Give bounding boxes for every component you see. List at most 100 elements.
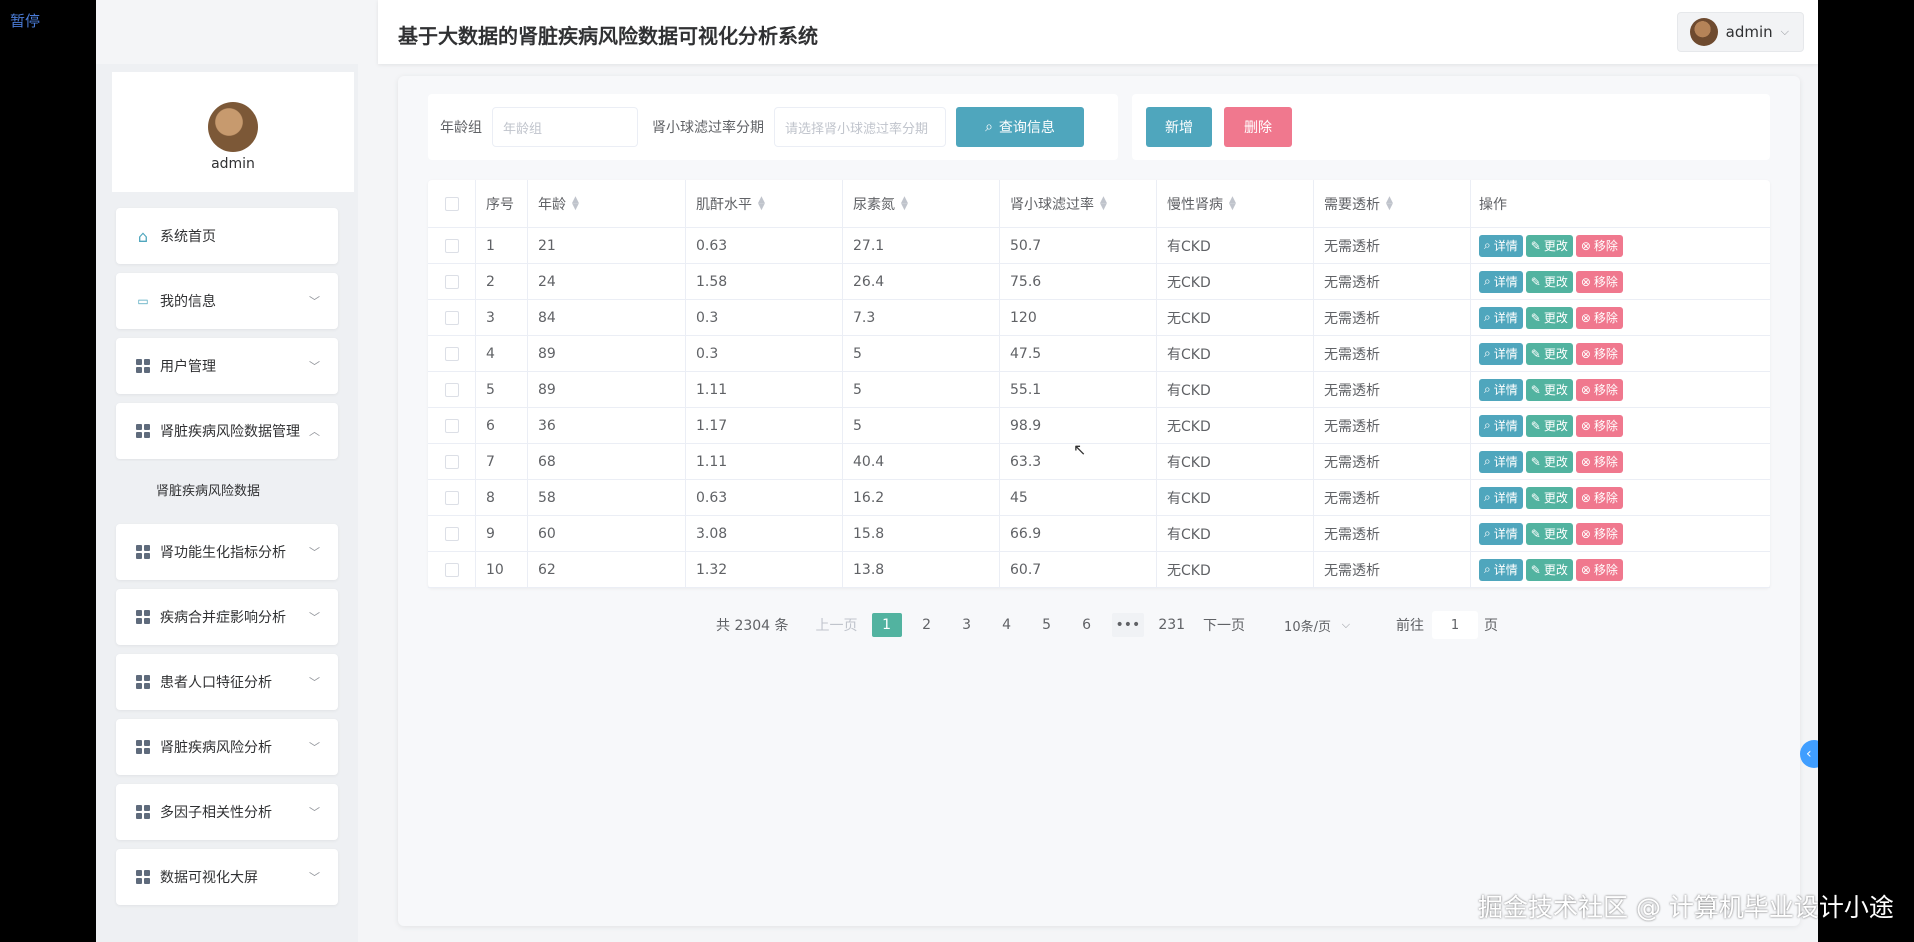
column-header[interactable]: 年龄 ▲ ▼ [528,180,686,227]
next-page-button[interactable]: 下一页 [1199,613,1249,637]
sidebar-item[interactable]: 肾脏疾病风险数据管理 ︿ [116,403,338,459]
sort-icon[interactable]: ▲ ▼ [1100,195,1107,211]
remove-button[interactable]: ⊗ 移除 [1575,270,1623,293]
goto-page-input[interactable]: 1 [1432,611,1479,639]
page-number[interactable]: 1 [871,613,902,637]
page-number[interactable]: 6 [1072,613,1102,637]
table-cell: 16.2 [843,480,1000,515]
detail-button[interactable]: ⌕ 详情 [1479,522,1523,545]
page-number[interactable]: 5 [1032,613,1062,637]
page-number[interactable]: 3 [952,613,982,637]
remove-button[interactable]: ⊗ 移除 [1575,378,1623,401]
column-header[interactable]: 尿素氮 ▲ ▼ [843,180,1000,227]
detail-button[interactable]: ⌕ 详情 [1479,378,1523,401]
collapse-toggle-icon[interactable]: ‹ [1800,740,1818,768]
remove-button[interactable]: ⊗ 移除 [1575,558,1623,581]
remove-button[interactable]: ⊗ 移除 [1575,486,1623,509]
grid-icon [136,675,150,689]
add-button[interactable]: 新增 [1146,107,1212,147]
prev-page-button[interactable]: 上一页 [812,613,862,637]
action-label: 移除 [1593,275,1618,289]
sidebar-item[interactable]: 肾脏疾病风险分析 ﹀ [116,719,338,775]
row-checkbox[interactable] [444,274,459,289]
page-last[interactable]: 231 [1154,613,1189,637]
sort-icon[interactable]: ▲ ▼ [1386,195,1393,211]
detail-button[interactable]: ⌕ 详情 [1479,486,1523,509]
edit-button[interactable]: ✎ 更改 [1525,342,1573,365]
goto-label: 前往 [1396,618,1425,634]
edit-button[interactable]: ✎ 更改 [1525,378,1573,401]
column-header[interactable]: 慢性肾病 ▲ ▼ [1157,180,1314,227]
sidebar-item[interactable]: 用户管理 ﹀ [116,338,338,394]
remove-button[interactable]: ⊗ 移除 [1575,414,1623,437]
row-actions: ⌕ 详情 ✎ 更改 ⊗ 移除 [1471,552,1770,587]
row-checkbox[interactable] [444,562,459,577]
sort-icon[interactable]: ▲ ▼ [1229,195,1236,211]
row-checkbox[interactable] [444,238,459,253]
row-checkbox[interactable] [444,346,459,361]
user-menu[interactable]: admin ⌵ [1676,12,1804,52]
avatar[interactable] [208,102,258,152]
gfr-stage-select[interactable]: 请选择肾小球滤过率分期 [774,107,946,147]
sidebar-item[interactable]: ▭ 我的信息 ﹀ [116,273,338,329]
detail-button[interactable]: ⌕ 详情 [1479,342,1523,365]
sidebar-item[interactable]: 多因子相关性分析 ﹀ [116,784,338,840]
detail-button[interactable]: ⌕ 详情 [1479,450,1523,473]
column-label: 操作 [1479,196,1507,213]
column-header[interactable]: 需要透析 ▲ ▼ [1314,180,1471,227]
column-header[interactable]: 肌酐水平 ▲ ▼ [686,180,843,227]
delete-button[interactable]: 删除 [1224,107,1292,147]
remove-button[interactable]: ⊗ 移除 [1575,234,1623,257]
sort-icon[interactable]: ▲ ▼ [572,195,579,211]
table-row: 8 58 0.63 16.2 45 有CKD 无需透析 ⌕ 详情 ✎ 更改 ⊗ 移除 [428,480,1770,516]
column-header[interactable]: 肾小球滤过率 ▲ ▼ [1000,180,1157,227]
sidebar-item[interactable]: 数据可视化大屏 ﹀ [116,849,338,905]
row-checkbox[interactable] [444,418,459,433]
more-pages-icon[interactable]: ••• [1111,613,1145,637]
edit-button[interactable]: ✎ 更改 [1525,558,1573,581]
query-button[interactable]: ⌕ 查询信息 [956,107,1084,147]
sort-icon[interactable]: ▲ ▼ [758,195,765,211]
page-number[interactable]: 4 [992,613,1022,637]
edit-button[interactable]: ✎ 更改 [1525,522,1573,545]
edit-button[interactable]: ✎ 更改 [1525,450,1573,473]
table-cell: 6 [476,408,528,443]
sidebar-item[interactable]: 肾功能生化指标分析 ﹀ [116,524,338,580]
submenu-item[interactable]: 肾脏疾病风险数据 [116,461,338,517]
card-icon: ▭ [137,294,149,308]
remove-button[interactable]: ⊗ 移除 [1575,522,1623,545]
edit-button[interactable]: ✎ 更改 [1525,234,1573,257]
pause-label[interactable]: 暂停 [10,10,40,31]
detail-button[interactable]: ⌕ 详情 [1479,234,1523,257]
sidebar-item[interactable]: 疾病合并症影响分析 ﹀ [116,589,338,645]
sidebar-item[interactable]: 患者人口特征分析 ﹀ [116,654,338,710]
row-checkbox[interactable] [444,526,459,541]
table-cell: 45 [1000,480,1157,515]
edit-button[interactable]: ✎ 更改 [1525,414,1573,437]
table-cell: 84 [528,300,686,335]
row-checkbox[interactable] [444,310,459,325]
edit-button[interactable]: ✎ 更改 [1525,270,1573,293]
edit-button[interactable]: ✎ 更改 [1525,486,1573,509]
row-checkbox[interactable] [444,454,459,469]
row-checkbox[interactable] [444,382,459,397]
detail-button[interactable]: ⌕ 详情 [1479,558,1523,581]
sort-icon[interactable]: ▲ ▼ [901,195,908,211]
age-group-input[interactable]: 年龄组 [492,107,638,147]
remove-button[interactable]: ⊗ 移除 [1575,306,1623,329]
remove-button[interactable]: ⊗ 移除 [1575,342,1623,365]
detail-button[interactable]: ⌕ 详情 [1479,270,1523,293]
chevron-up-icon: ︿ [309,425,320,438]
page-number[interactable]: 2 [912,613,942,637]
row-actions: ⌕ 详情 ✎ 更改 ⊗ 移除 [1471,444,1770,479]
page-size-select[interactable]: 10条/页 ⌵ [1272,611,1360,639]
table-cell: 有CKD [1157,480,1314,515]
row-checkbox[interactable] [444,490,459,505]
edit-button[interactable]: ✎ 更改 [1525,306,1573,329]
sidebar-item[interactable]: ⌂ 系统首页 [116,208,338,264]
remove-button[interactable]: ⊗ 移除 [1575,450,1623,473]
detail-button[interactable]: ⌕ 详情 [1479,306,1523,329]
pencil-icon: ✎ [1530,418,1541,433]
select-all-checkbox[interactable] [444,196,459,211]
detail-button[interactable]: ⌕ 详情 [1479,414,1523,437]
